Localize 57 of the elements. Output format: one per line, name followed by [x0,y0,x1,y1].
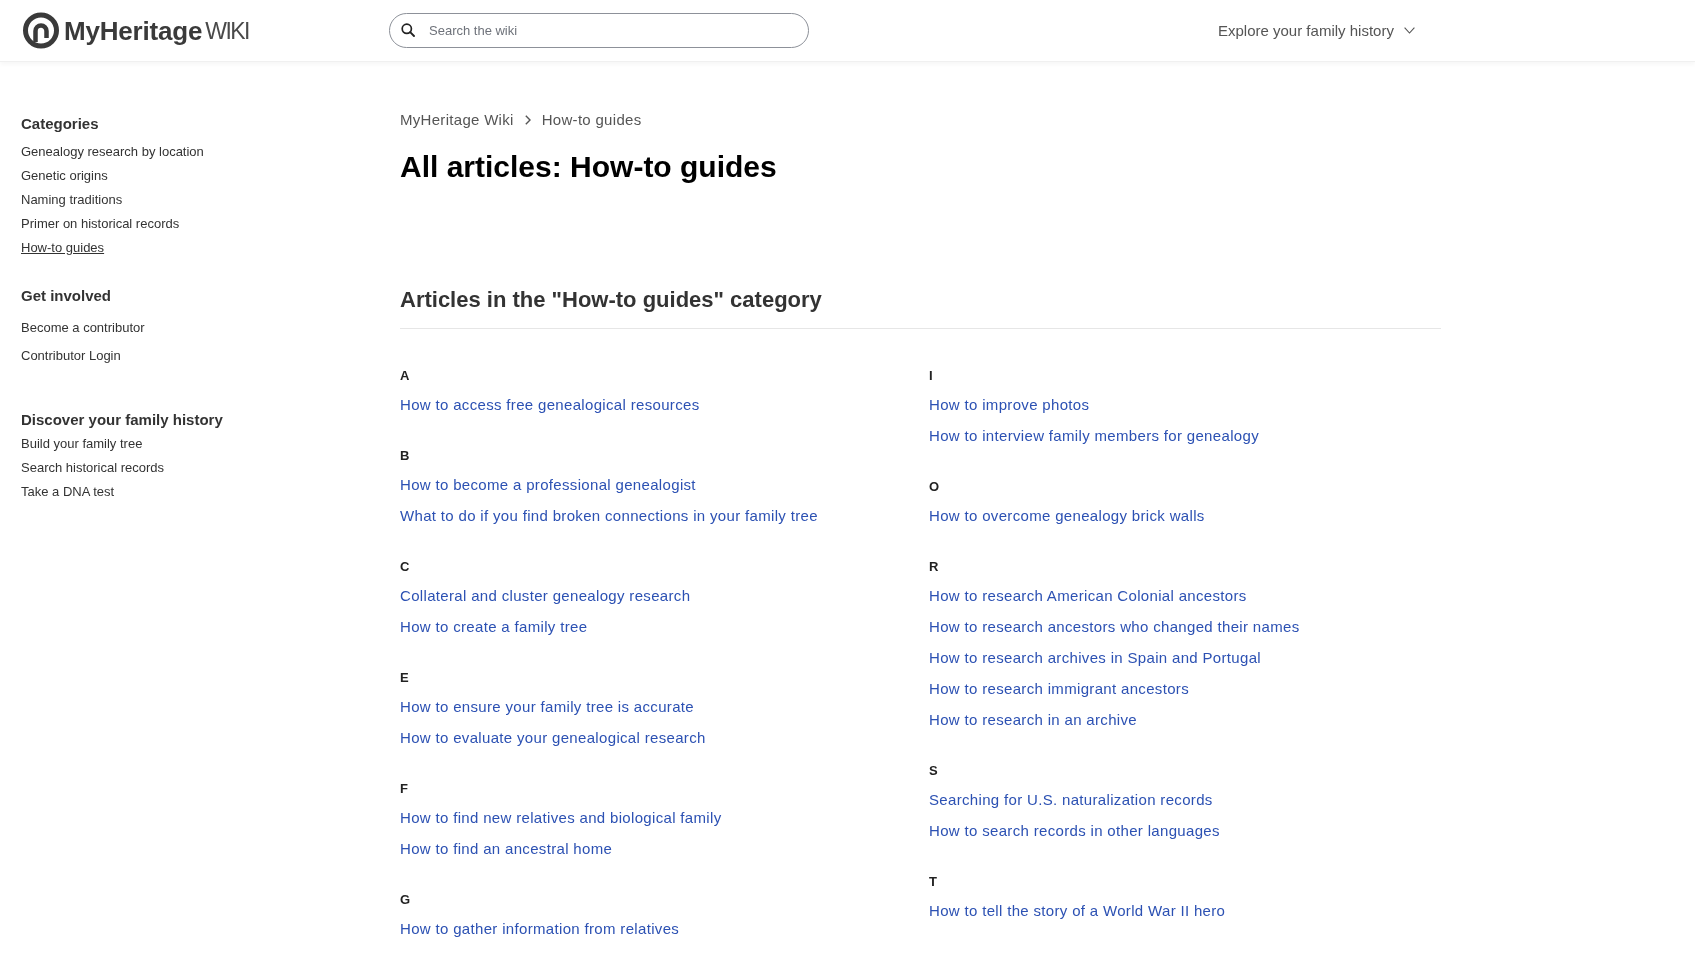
article-link[interactable]: How to tell the story of a World War II hero [929,902,1226,919]
letter-heading: G [400,892,411,907]
article-link[interactable]: How to create a family tree [400,618,588,635]
letter-heading: B [400,448,410,463]
sidebar-link[interactable]: Genetic origins [21,164,108,188]
letter-heading: F [400,781,408,796]
article-link[interactable]: How to research archives in Spain and Portugal [929,649,1262,666]
article-link[interactable]: How to improve photos [929,396,1090,413]
article-link[interactable]: How to become a professional genealogist [400,476,696,493]
article-link[interactable]: How to overcome genealogy brick walls [929,507,1205,524]
sidebar-link[interactable]: Become a contributor [21,314,145,342]
article-link[interactable]: How to gather information from relatives [400,920,680,937]
sidebar-link[interactable]: Build your family tree [21,432,143,456]
article-link[interactable]: What to do if you find broken connections in your family tree [400,507,818,524]
letter-heading: E [400,670,409,685]
letter-heading: I [929,368,933,383]
sidebar-heading: Categories [21,115,99,132]
article-link[interactable]: Collateral and cluster genealogy research [400,587,691,604]
article-link[interactable]: How to research immigrant ancestors [929,680,1189,697]
article-link[interactable]: How to research ancestors who changed their names [929,618,1300,635]
sidebar-link[interactable]: Primer on historical records [21,212,180,236]
article-link[interactable]: How to evaluate your genealogical research [400,729,706,746]
article-link[interactable]: How to research in an archive [929,711,1137,728]
search-field[interactable]: Search the wiki [389,13,809,48]
breadcrumb-link[interactable]: How-to guides [541,109,642,131]
letter-heading: O [929,479,940,494]
article-link[interactable]: How to interview family members for genealogy [929,427,1259,444]
wiki-label: WIKI [205,16,249,46]
article-link[interactable]: How to find an ancestral home [400,840,613,857]
sidebar-heading: Discover your family history [21,411,223,428]
search-icon [401,23,415,37]
letter-heading: A [400,368,410,383]
sidebar-link[interactable]: Naming traditions [21,188,123,212]
sidebar-link[interactable]: Genealogy research by location [21,140,204,164]
brand-name: MyHeritage [64,14,203,47]
logo-icon [21,12,61,49]
breadcrumb-link[interactable]: MyHeritage Wiki [400,109,514,131]
explore-menu-button[interactable]: Explore your family history [1218,20,1415,41]
article-link[interactable]: How to search records in other languages [929,822,1220,839]
letter-heading: R [929,559,939,574]
section-heading: Articles in the "How-to guides" category [400,286,822,314]
article-link[interactable]: Searching for U.S. naturalization records [929,791,1213,808]
article-link[interactable]: How to find new relatives and biological family [400,809,722,826]
page-title: All articles: How-to guides [400,149,777,185]
sidebar-link[interactable]: How-to guides [21,236,105,260]
letter-heading: C [400,559,410,574]
sidebar-heading: Get involved [21,287,112,304]
letter-heading: S [929,763,938,778]
article-link[interactable]: How to ensure your family tree is accurate [400,698,694,715]
letter-heading: T [929,874,937,889]
sidebar-link[interactable]: Search historical records [21,456,165,480]
sidebar-link[interactable]: Take a DNA test [21,480,115,504]
chevron-down-icon [1403,27,1415,34]
sidebar-link[interactable]: Contributor Login [21,342,121,370]
article-link[interactable]: How to access free genealogical resources [400,396,700,413]
chevron-right-icon [524,115,531,125]
article-link[interactable]: How to research American Colonial ancestors [929,587,1247,604]
